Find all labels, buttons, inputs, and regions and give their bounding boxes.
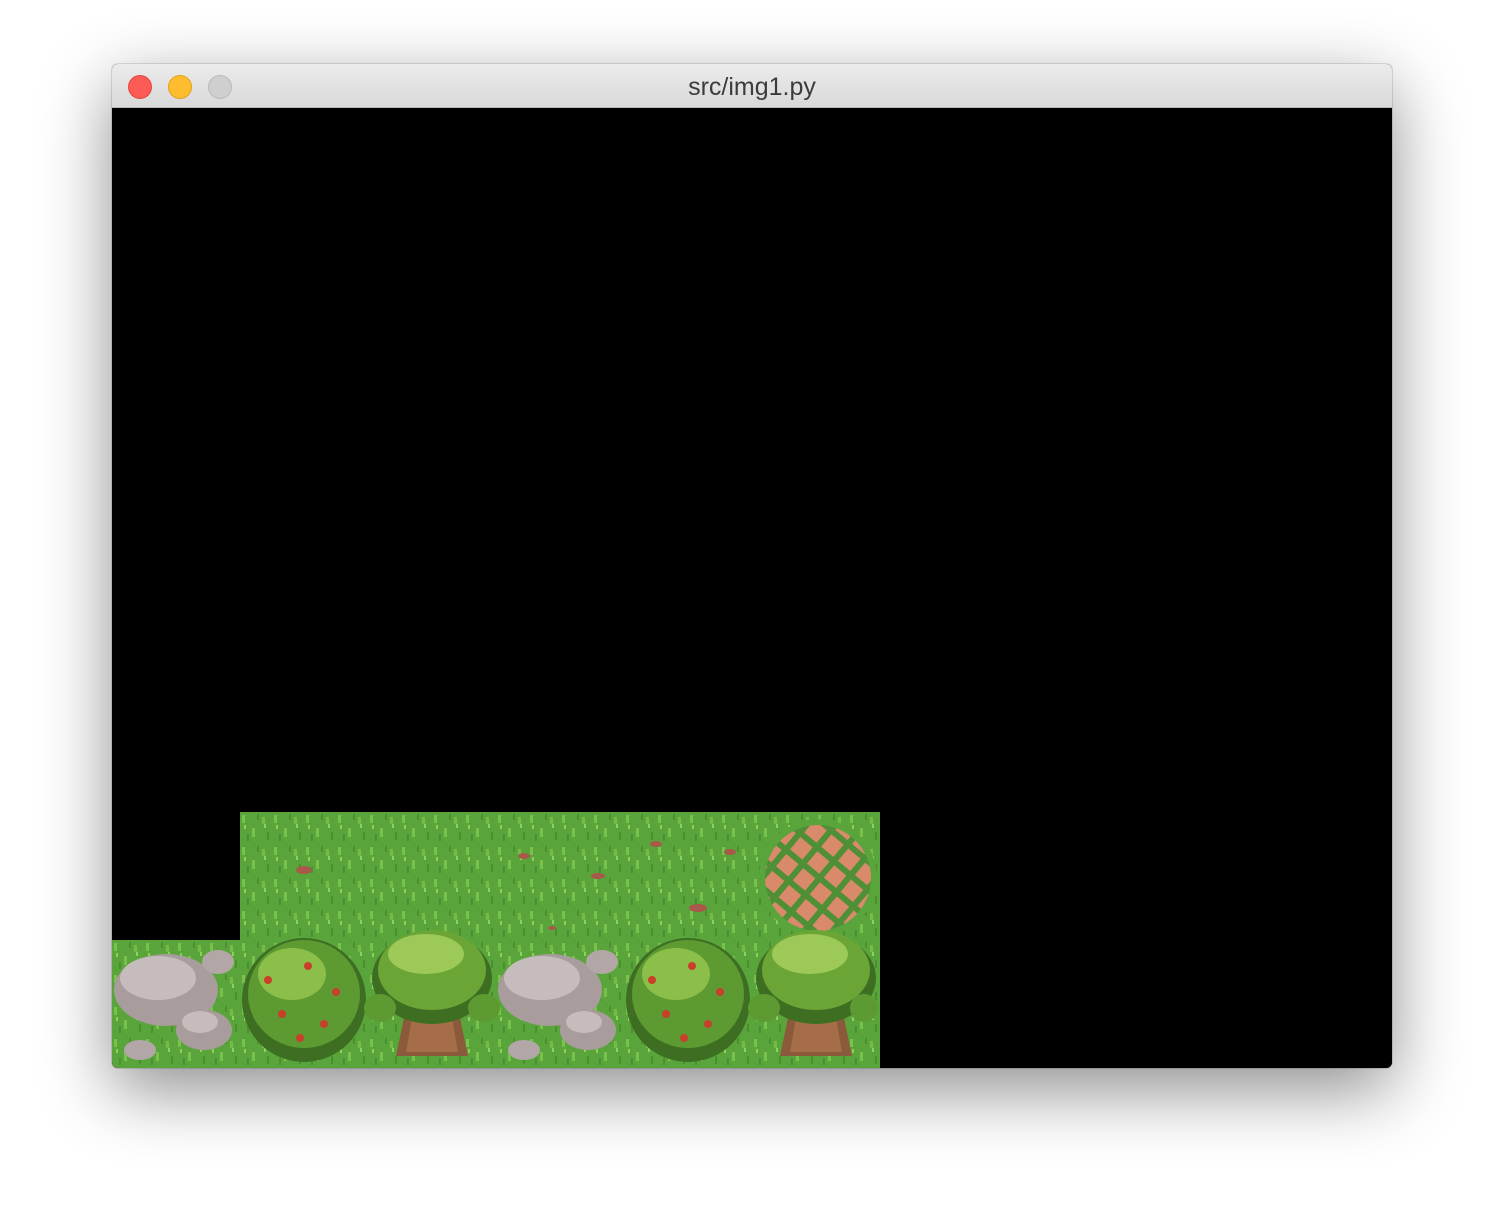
dirt-speck [650,841,662,847]
dirt-speck [296,866,312,874]
dirt-speck [518,853,530,859]
game-window: src/img1.py [112,64,1392,1068]
dirt-speck [689,904,707,912]
grass-tile-row [240,812,880,940]
fruit-bush [242,938,366,1062]
dirt-speck [591,873,605,879]
title-bar[interactable]: src/img1.py [112,64,1392,108]
trellis-hole [759,819,877,937]
dirt-speck [548,926,556,930]
game-canvas[interactable] [112,108,1392,1068]
bottom-tile-row [112,930,880,1068]
fruit-bush [626,938,750,1062]
window-title: src/img1.py [688,73,816,101]
dirt-speck [724,849,736,855]
